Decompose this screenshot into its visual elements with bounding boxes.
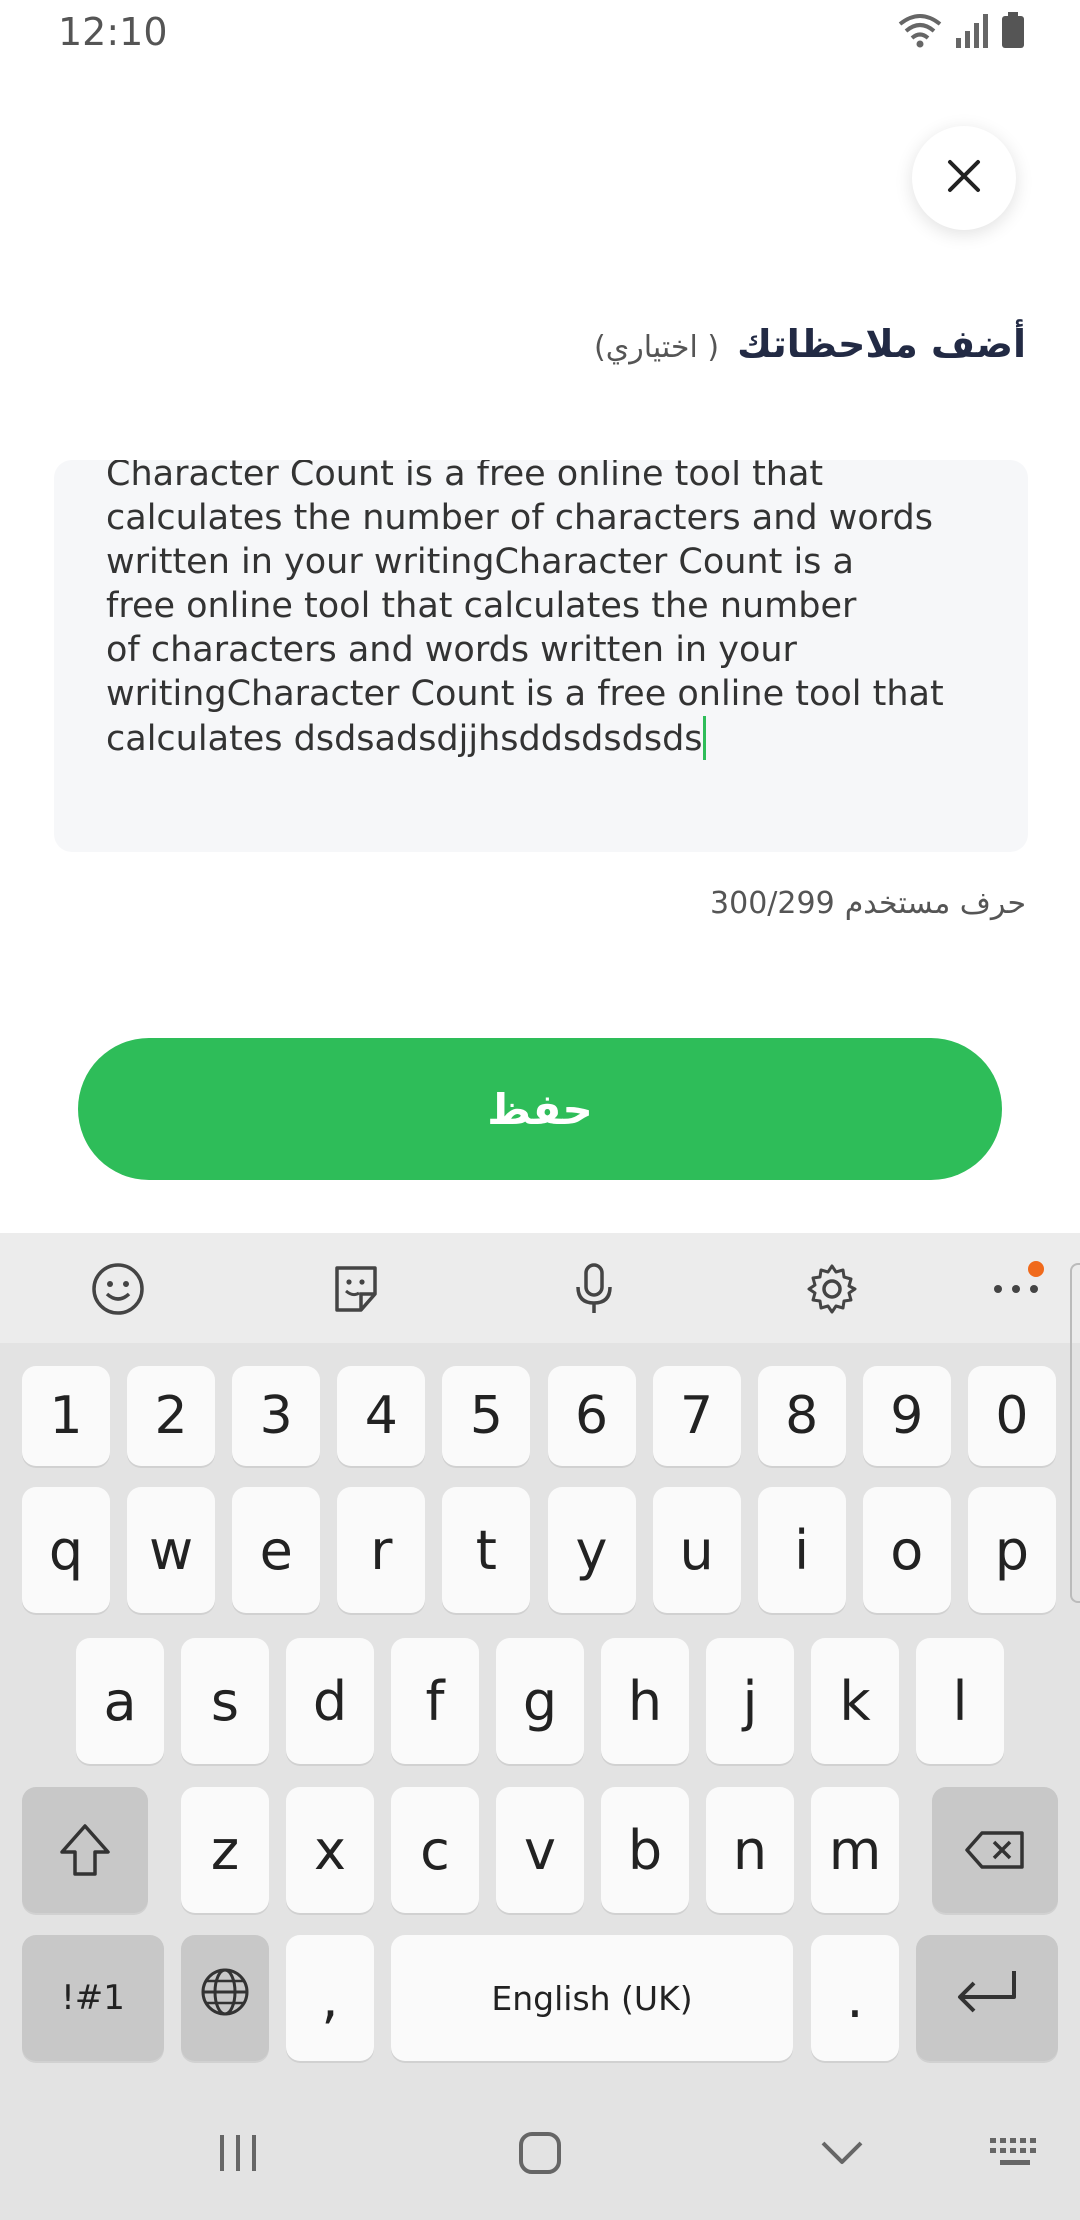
notes-text[interactable]: Character Count is a free online tool th… [106,460,986,761]
key-5[interactable]: 5 [442,1366,531,1466]
key-h[interactable]: h [601,1638,689,1764]
key-k[interactable]: k [811,1638,899,1764]
status-time: 12:10 [58,10,168,54]
keyboard-side-handle[interactable] [1070,1263,1080,1603]
navigation-bar [0,2080,1080,2220]
key-q[interactable]: q [22,1487,110,1613]
keyboard-switch-icon[interactable] [980,2128,1050,2178]
key-6[interactable]: 6 [547,1366,636,1466]
key-o[interactable]: o [862,1487,951,1613]
text-cursor [702,716,706,760]
key-e[interactable]: e [232,1487,321,1613]
counter-label: حرف مستخدم [844,886,1026,921]
counter-value: 300/299 [710,886,835,921]
signal-icon [956,14,988,53]
backspace-key[interactable] [932,1787,1058,1913]
battery-icon [1002,12,1024,53]
keyboard-toolbar [0,1233,1080,1603]
key-1[interactable]: 1 [22,1366,110,1466]
enter-key[interactable] [916,1935,1058,2061]
globe-icon [200,1967,250,2030]
page-title: أضف ملاحظاتك [737,322,1026,366]
key-l[interactable]: l [916,1638,1004,1764]
key-i[interactable]: i [757,1487,846,1613]
space-key[interactable]: English (UK) [391,1935,793,2061]
status-icons [898,12,1024,53]
key-f[interactable]: f [391,1638,479,1764]
key-m[interactable]: m [811,1787,899,1913]
notification-dot [1028,1261,1044,1277]
recent-apps-icon[interactable] [208,2128,268,2178]
key-x[interactable]: x [286,1787,374,1913]
close-icon [947,159,981,198]
shift-key[interactable] [22,1787,148,1913]
key-r[interactable]: r [337,1487,426,1613]
key-z[interactable]: z [181,1787,269,1913]
microphone-icon[interactable] [566,1261,622,1317]
key-2[interactable]: 2 [127,1366,216,1466]
key-3[interactable]: 3 [232,1366,321,1466]
key-9[interactable]: 9 [862,1366,951,1466]
key-7[interactable]: 7 [652,1366,741,1466]
key-v[interactable]: v [496,1787,584,1913]
key-y[interactable]: y [547,1487,636,1613]
key-u[interactable]: u [652,1487,741,1613]
notes-text-content: Character Count is a free online tool th… [106,460,944,759]
key-4[interactable]: 4 [337,1366,426,1466]
settings-icon[interactable] [804,1261,860,1317]
keyboard: 1234567890 qwertyuiop asdfghjkl zxcvbnm … [0,1233,1080,2220]
optional-label: ( اختياري) [594,330,720,365]
emoji-icon[interactable] [90,1261,146,1317]
key-b[interactable]: b [601,1787,689,1913]
save-button[interactable]: حفظ [78,1038,1002,1180]
key-j[interactable]: j [706,1638,794,1764]
key-p[interactable]: p [967,1487,1056,1613]
status-bar: 12:10 [0,0,1080,66]
enter-icon [954,1967,1020,2030]
key-t[interactable]: t [442,1487,531,1613]
language-key[interactable] [181,1935,269,2061]
home-icon[interactable] [510,2128,570,2178]
key-8[interactable]: 8 [757,1366,846,1466]
key-c[interactable]: c [391,1787,479,1913]
wifi-icon [898,12,942,53]
comma-key[interactable]: , [286,1935,374,2061]
character-counter: حرف مستخدم 300/299 [710,886,1026,921]
key-g[interactable]: g [496,1638,584,1764]
key-0[interactable]: 0 [967,1366,1056,1466]
notes-textarea[interactable]: Character Count is a free online tool th… [54,460,1028,852]
key-n[interactable]: n [706,1787,794,1913]
key-s[interactable]: s [181,1638,269,1764]
key-a[interactable]: a [76,1638,164,1764]
notes-heading: أضف ملاحظاتك ( اختياري) [594,322,1026,366]
symbols-key[interactable]: !#1 [22,1935,164,2061]
close-button[interactable] [912,126,1016,230]
hide-keyboard-icon[interactable] [812,2128,872,2178]
key-d[interactable]: d [286,1638,374,1764]
period-key[interactable]: . [811,1935,899,2061]
sticker-icon[interactable] [328,1261,384,1317]
key-w[interactable]: w [127,1487,216,1613]
